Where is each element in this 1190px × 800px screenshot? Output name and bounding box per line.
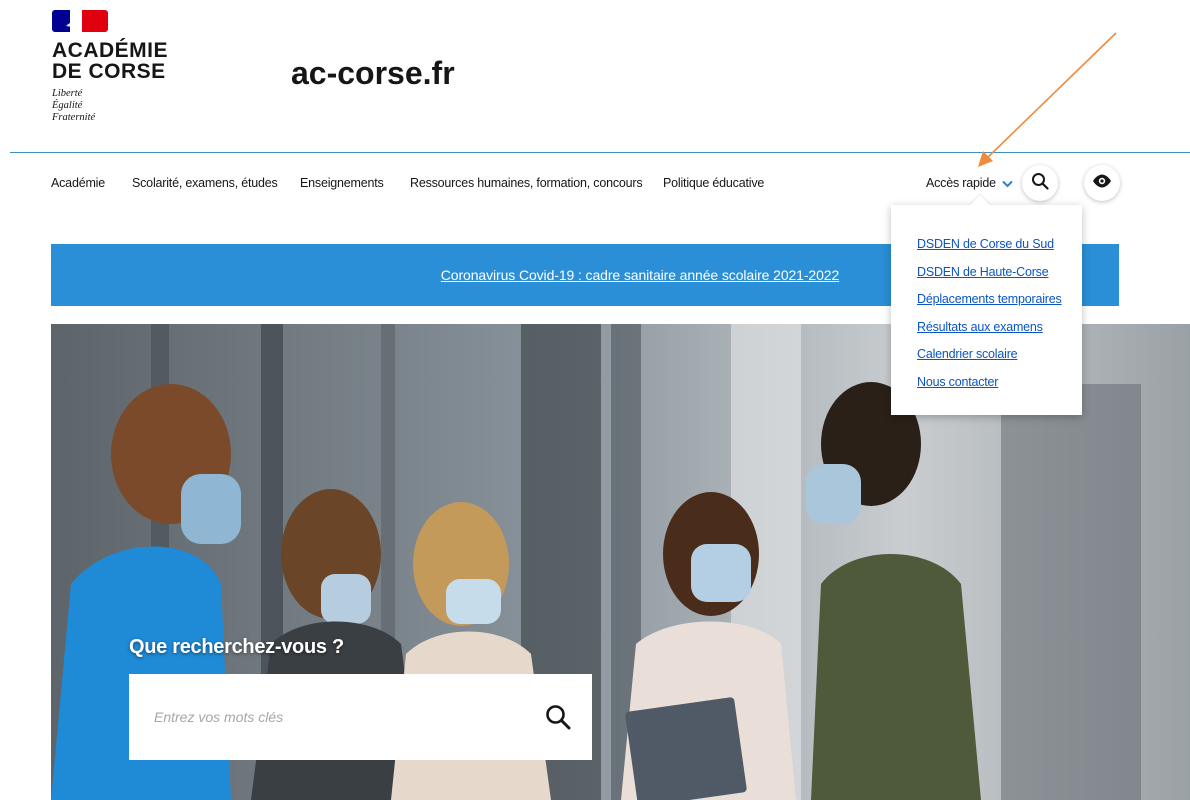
keyword-search-input[interactable] — [129, 674, 529, 760]
eye-icon — [1092, 173, 1112, 194]
list-item: DSDEN de Haute-Corse — [917, 263, 1062, 291]
quick-access-list: DSDEN de Corse du Sud DSDEN de Haute-Cor… — [917, 235, 1062, 400]
marianne-flag-icon — [52, 10, 108, 32]
motto-line-1: Liberté — [52, 88, 83, 99]
nav-item-politique-educative[interactable]: Politique éducative — [663, 176, 764, 190]
header-divider — [10, 152, 1190, 153]
header-search-button[interactable] — [1022, 165, 1058, 201]
site-title[interactable]: ac-corse.fr — [291, 55, 455, 92]
search-icon — [1031, 172, 1049, 195]
nav-item-ressources-humaines[interactable]: Ressources humaines, formation, concours — [410, 176, 643, 190]
dropdown-caret — [970, 195, 990, 215]
list-item: DSDEN de Corse du Sud — [917, 235, 1062, 263]
quick-link-calendrier[interactable]: Calendrier scolaire — [917, 347, 1018, 361]
quick-access-toggle[interactable]: Accès rapide — [926, 176, 1013, 191]
motto-line-2: Égalité — [52, 100, 83, 111]
nav-item-scolarite[interactable]: Scolarité, examens, études — [132, 176, 278, 190]
academy-logo[interactable]: ACADÉMIE DE CORSE Liberté Égalité Frater… — [52, 10, 182, 124]
institution-line-2: DE CORSE — [52, 60, 166, 83]
nav-item-academie[interactable]: Académie — [51, 176, 105, 190]
quick-access-menu: DSDEN de Corse du Sud DSDEN de Haute-Cor… — [891, 195, 1082, 415]
list-item: Calendrier scolaire — [917, 345, 1062, 373]
covid-banner-link[interactable]: Coronavirus Covid-19 : cadre sanitaire a… — [441, 267, 839, 283]
motto-line-3: Fraternité — [52, 112, 96, 123]
quick-link-deplacements[interactable]: Déplacements temporaires — [917, 292, 1062, 306]
list-item: Nous contacter — [917, 373, 1062, 401]
institution-line-1: ACADÉMIE — [52, 39, 169, 62]
nav-item-enseignements[interactable]: Enseignements — [300, 176, 384, 190]
chevron-down-icon — [1002, 177, 1013, 191]
list-item: Déplacements temporaires — [917, 290, 1062, 318]
quick-link-contact[interactable]: Nous contacter — [917, 375, 998, 389]
republic-motto: Liberté Égalité Fraternité — [52, 88, 182, 124]
institution-name: ACADÉMIE DE CORSE — [52, 40, 182, 82]
quick-link-dsden-haute-corse[interactable]: DSDEN de Haute-Corse — [917, 265, 1049, 279]
hero-title: Que recherchez-vous ? — [129, 636, 344, 658]
quick-link-resultats[interactable]: Résultats aux examens — [917, 320, 1043, 334]
accessibility-settings-button[interactable] — [1084, 165, 1120, 201]
quick-access-label: Accès rapide — [926, 176, 996, 190]
list-item: Résultats aux examens — [917, 318, 1062, 346]
hero-search-box — [129, 674, 592, 760]
quick-link-dsden-corse-du-sud[interactable]: DSDEN de Corse du Sud — [917, 237, 1054, 251]
